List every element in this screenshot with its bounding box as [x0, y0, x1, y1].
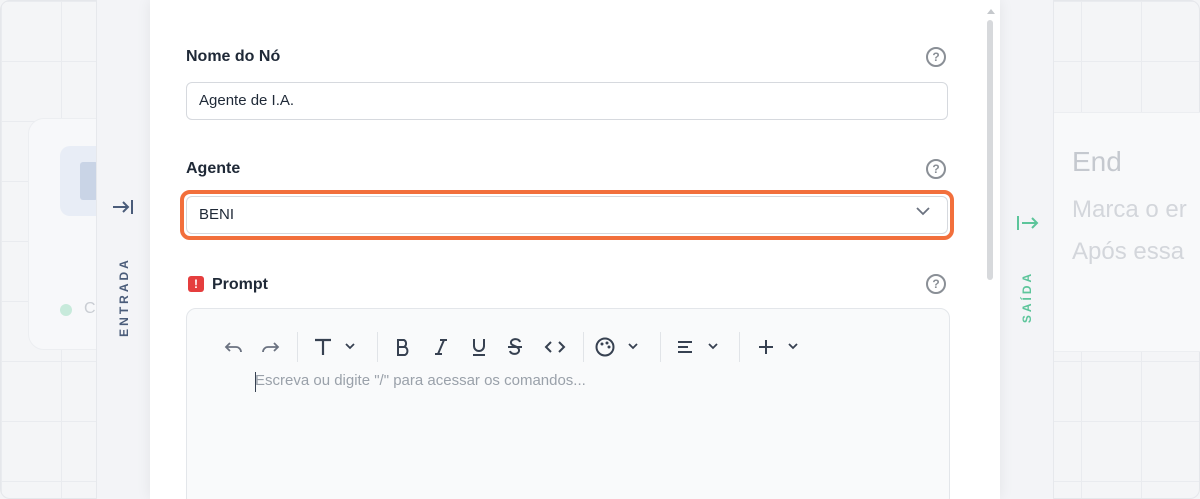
input-rail-label: ENTRADA: [117, 257, 131, 337]
help-icon[interactable]: ?: [926, 159, 946, 179]
align-dropdown[interactable]: [674, 334, 724, 360]
toolbar-separator: [377, 332, 378, 362]
prompt-placeholder: Escreva ou digite "/" para acessar os co…: [255, 372, 586, 389]
background-status-dot: [60, 304, 72, 316]
strikethrough-icon[interactable]: [504, 334, 526, 360]
output-rail-label: SAÍDA: [1020, 270, 1034, 324]
end-node-description-line2: Após essa: [1072, 238, 1185, 265]
required-badge: !: [188, 276, 204, 292]
scroll-up-arrow-icon[interactable]: [987, 9, 995, 14]
toolbar-separator: [583, 332, 584, 362]
prompt-editor[interactable]: [186, 308, 950, 499]
underline-icon[interactable]: [468, 334, 490, 360]
undo-icon[interactable]: [222, 334, 246, 360]
toolbar-separator: [297, 332, 298, 362]
help-icon[interactable]: ?: [926, 274, 946, 294]
scrollbar-thumb[interactable]: [987, 20, 993, 280]
toolbar-separator: [739, 332, 740, 362]
output-rail: [1000, 0, 1054, 499]
agent-label: Agente: [186, 160, 241, 177]
end-node-title: End: [1072, 146, 1122, 177]
redo-icon[interactable]: [258, 334, 282, 360]
text-cursor: [255, 372, 256, 392]
prompt-label: Prompt: [212, 276, 268, 293]
palette-dropdown[interactable]: [594, 334, 644, 360]
background-status-text: C: [84, 300, 96, 317]
code-icon[interactable]: [542, 334, 568, 360]
agent-select-highlight: [180, 190, 954, 240]
insert-dropdown[interactable]: [754, 334, 804, 360]
node-name-label: Nome do Nó: [186, 48, 281, 65]
toolbar-separator: [660, 332, 661, 362]
input-arrow-icon: [113, 200, 133, 214]
italic-icon[interactable]: [430, 334, 452, 360]
node-name-input[interactable]: Agente de I.A.: [186, 82, 948, 120]
bold-icon[interactable]: [392, 334, 414, 360]
text-type-dropdown[interactable]: [312, 334, 362, 360]
end-node-description-line1: Marca o er: [1072, 196, 1187, 223]
help-icon[interactable]: ?: [926, 47, 946, 67]
output-arrow-icon: [1017, 216, 1039, 230]
